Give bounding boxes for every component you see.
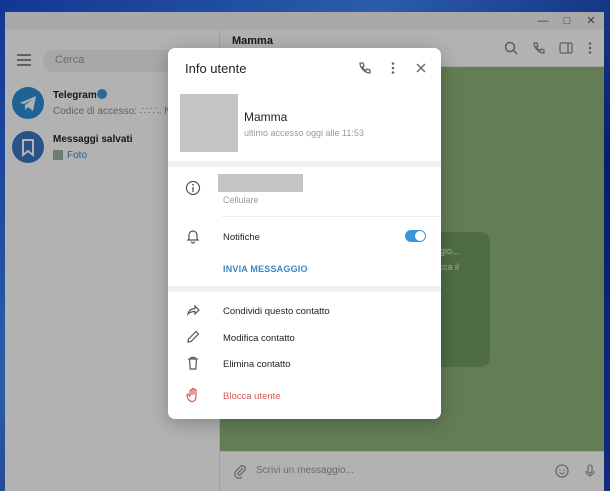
close-icon[interactable] (413, 60, 429, 76)
edit-contact-button[interactable]: Modifica contatto (168, 327, 441, 349)
action-label: Elimina contatto (223, 359, 291, 370)
more-vertical-icon[interactable] (385, 60, 401, 76)
info-icon (185, 180, 201, 196)
last-seen-status: ultimo accesso oggi alle 11:53 (244, 128, 364, 138)
send-message-button[interactable]: INVIA MESSAGGIO (223, 264, 308, 274)
phone-icon[interactable] (357, 60, 373, 76)
user-info-dialog: Info utente Mamma ultimo accesso oggi al… (168, 48, 441, 419)
share-arrow-icon (185, 302, 201, 318)
row-divider (222, 216, 441, 217)
bell-icon (185, 228, 201, 244)
share-contact-button[interactable]: Condividi questo contatto (168, 300, 441, 322)
pencil-icon (185, 329, 201, 345)
hand-stop-icon (185, 387, 201, 403)
dialog-title: Info utente (185, 61, 247, 76)
contact-name: Mamma (244, 110, 288, 124)
section-divider (168, 161, 441, 167)
notifications-label: Notifiche (223, 232, 260, 243)
action-label: Blocca utente (223, 391, 281, 402)
redacted-phone-number (218, 174, 303, 192)
delete-contact-button[interactable]: Elimina contatto (168, 353, 441, 375)
action-label: Modifica contatto (223, 333, 295, 344)
phone-label: Cellulare (223, 195, 259, 205)
action-label: Condividi questo contatto (223, 306, 330, 317)
section-divider (168, 286, 441, 292)
trash-icon (185, 355, 201, 371)
notifications-toggle[interactable] (405, 230, 426, 242)
contact-photo[interactable] (180, 94, 238, 152)
block-user-button[interactable]: Blocca utente (168, 385, 441, 407)
